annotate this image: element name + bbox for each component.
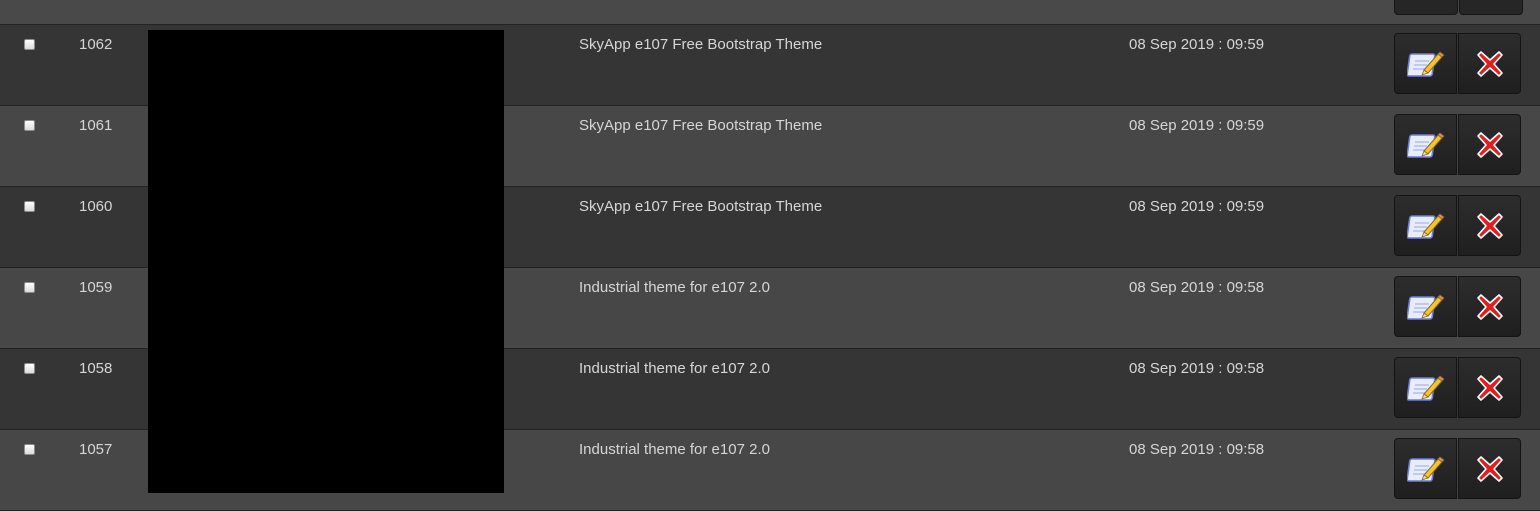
edit-button[interactable] [1394,114,1457,175]
delete-button[interactable] [1458,114,1521,175]
row-actions [1394,438,1521,499]
row-actions [1394,195,1521,256]
row-id: 1060 [79,198,113,215]
edit-button[interactable] [1394,357,1457,418]
row-checkbox[interactable] [24,39,35,50]
row-checkbox[interactable] [24,363,35,374]
row-id: 1061 [79,117,113,134]
delete-x-icon [1475,454,1505,484]
edit-pencil-icon [1406,128,1445,162]
redacted-region [148,30,504,493]
delete-button[interactable] [1458,438,1521,499]
delete-button[interactable] [1458,276,1521,337]
row-id: 1058 [79,360,113,377]
row-title: Industrial theme for e107 2.0 [579,279,770,296]
edit-pencil-icon [1406,452,1445,486]
row-date: 08 Sep 2019 : 09:59 [1129,198,1265,215]
delete-button-partial[interactable] [1459,0,1523,15]
row-title: SkyApp e107 Free Bootstrap Theme [579,117,823,134]
delete-x-icon [1475,292,1505,322]
delete-x-icon [1475,130,1505,160]
row-actions [1394,357,1521,418]
row-id: 1062 [79,36,113,53]
edit-pencil-icon [1406,47,1445,81]
row-date: 08 Sep 2019 : 09:58 [1129,279,1265,296]
row-title: Industrial theme for e107 2.0 [579,360,770,377]
edit-button[interactable] [1394,276,1457,337]
row-title: SkyApp e107 Free Bootstrap Theme [579,198,823,215]
edit-button[interactable] [1394,33,1457,94]
row-id: 1059 [79,279,113,296]
delete-button[interactable] [1458,357,1521,418]
previous-row-partial [0,0,1540,25]
row-date: 08 Sep 2019 : 09:58 [1129,360,1265,377]
row-title: SkyApp e107 Free Bootstrap Theme [579,36,823,53]
edit-button[interactable] [1394,195,1457,256]
row-actions [1394,114,1521,175]
edit-button[interactable] [1394,438,1457,499]
row-actions [1394,33,1521,94]
delete-button[interactable] [1458,195,1521,256]
previous-row-actions [1394,0,1523,15]
row-checkbox[interactable] [24,444,35,455]
delete-x-icon [1475,211,1505,241]
row-actions [1394,276,1521,337]
edit-button-partial[interactable] [1394,0,1458,15]
edit-pencil-icon [1406,371,1445,405]
row-checkbox[interactable] [24,201,35,212]
row-date: 08 Sep 2019 : 09:59 [1129,36,1265,53]
row-title: Industrial theme for e107 2.0 [579,441,770,458]
delete-x-icon [1475,49,1505,79]
row-date: 08 Sep 2019 : 09:58 [1129,441,1265,458]
row-date: 08 Sep 2019 : 09:59 [1129,117,1265,134]
row-checkbox[interactable] [24,282,35,293]
row-checkbox[interactable] [24,120,35,131]
edit-pencil-icon [1406,209,1445,243]
edit-pencil-icon [1406,290,1445,324]
row-id: 1057 [79,441,113,458]
delete-x-icon [1475,373,1505,403]
delete-button[interactable] [1458,33,1521,94]
